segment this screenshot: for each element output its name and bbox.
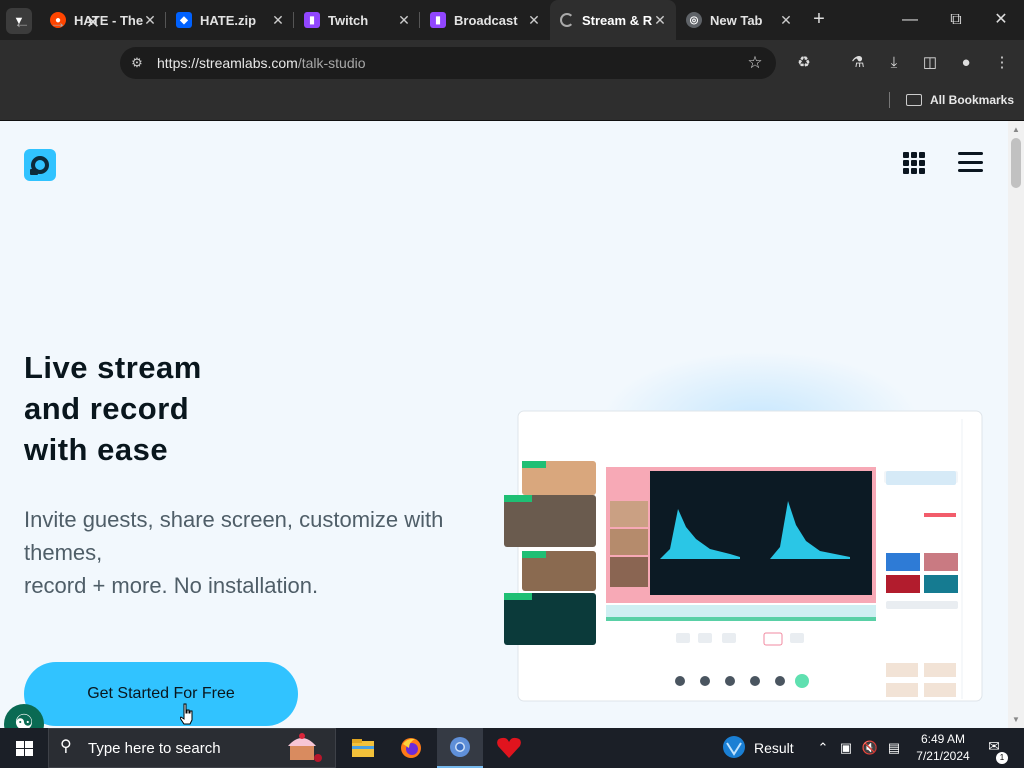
- close-window-button[interactable]: ✕: [987, 6, 1015, 34]
- hero-subtitle-line: Invite guests, share screen, customize w…: [24, 507, 444, 565]
- stop-loading-button[interactable]: ✕: [80, 10, 106, 36]
- hero-title-line: with ease: [24, 432, 169, 467]
- clock-date: 7/21/2024: [916, 749, 970, 763]
- close-icon[interactable]: ✕: [142, 12, 158, 28]
- back-button[interactable]: ←: [9, 10, 35, 36]
- apps-grid-icon[interactable]: [903, 152, 925, 174]
- ime-icon[interactable]: ▤: [884, 738, 904, 758]
- search-placeholder: Type here to search: [88, 740, 221, 757]
- hamburger-menu-icon[interactable]: [958, 152, 983, 172]
- close-icon[interactable]: ✕: [652, 12, 668, 28]
- hand-cursor-icon: [180, 703, 193, 725]
- labs-flask-icon[interactable]: ⚗: [846, 51, 870, 75]
- all-bookmarks-button[interactable]: All Bookmarks: [906, 92, 1014, 108]
- bookmark-star-icon[interactable]: ☆: [743, 51, 767, 75]
- scroll-up-arrow[interactable]: ▲: [1008, 124, 1024, 136]
- tab-title: HATE.zip: [200, 12, 257, 28]
- clock-time: 6:49 AM: [920, 732, 966, 746]
- minimize-button[interactable]: —: [896, 6, 924, 34]
- notification-count-badge: 1: [996, 752, 1008, 764]
- extensions-icon[interactable]: ♻: [792, 51, 816, 75]
- tab-title: Broadcast: [454, 12, 518, 28]
- hero-title-line: and record: [24, 391, 190, 426]
- tray-result-label[interactable]: Result: [754, 740, 794, 756]
- tab-title: Stream & R: [582, 12, 652, 28]
- profile-icon[interactable]: ●: [954, 51, 978, 75]
- site-settings-icon[interactable]: ⚙: [128, 54, 146, 72]
- side-panel-icon[interactable]: ◫: [918, 51, 942, 75]
- firefox-icon: [401, 738, 421, 758]
- heart-icon: [497, 737, 521, 758]
- forward-button[interactable]: →: [45, 10, 71, 36]
- bookmarks-divider: [889, 92, 890, 108]
- hero-subtitle-line: record + more. No installation.: [24, 573, 319, 598]
- all-bookmarks-label: All Bookmarks: [930, 93, 1015, 107]
- folder-icon: [906, 94, 922, 106]
- hero-title: Live stream and record with ease: [24, 347, 202, 470]
- file-explorer-taskbar-button[interactable]: [340, 728, 386, 768]
- download-icon[interactable]: ⤓: [882, 51, 906, 75]
- search-icon: ⚲: [60, 738, 72, 755]
- chevron-up-icon[interactable]: ⌃: [813, 738, 833, 758]
- close-icon[interactable]: ✕: [526, 12, 542, 28]
- heart-app-taskbar-button[interactable]: [486, 728, 532, 768]
- close-icon[interactable]: ✕: [396, 12, 412, 28]
- close-icon[interactable]: ✕: [270, 12, 286, 28]
- tab-dropbox[interactable]: ◆ HATE.zip ✕: [166, 0, 294, 40]
- hero-subtitle: Invite guests, share screen, customize w…: [24, 503, 464, 602]
- file-explorer-icon: [352, 739, 374, 757]
- close-icon[interactable]: ✕: [778, 12, 794, 28]
- network-icon[interactable]: ▣: [836, 738, 856, 758]
- tab-broadcast[interactable]: ▮ Broadcast ✕: [420, 0, 550, 40]
- page-scrollbar[interactable]: [1008, 121, 1024, 728]
- tab-title: New Tab: [710, 12, 763, 28]
- tab-new-tab[interactable]: ◎ New Tab ✕: [676, 0, 802, 40]
- bookmarks-bar: [0, 86, 1024, 121]
- chrome-taskbar-button[interactable]: [437, 728, 483, 768]
- taskbar-clock[interactable]: 6:49 AM 7/21/2024: [908, 731, 978, 765]
- restore-button[interactable]: ⧉: [942, 6, 970, 34]
- tab-stream-record[interactable]: Stream & R ✕: [550, 0, 676, 40]
- streamlabs-logo[interactable]: [24, 149, 56, 181]
- scrollbar-thumb[interactable]: [1011, 138, 1021, 188]
- page-content: Live stream and record with ease Invite …: [0, 121, 1024, 728]
- kebab-menu-icon[interactable]: ⋮: [990, 51, 1014, 75]
- new-tab-button[interactable]: +: [808, 8, 830, 30]
- weather-shell-icon[interactable]: [722, 734, 746, 760]
- windows-logo-icon: [16, 741, 33, 756]
- get-started-button[interactable]: Get Started For Free: [24, 662, 298, 726]
- tab-twitch[interactable]: ▮ Twitch ✕: [294, 0, 420, 40]
- scroll-down-arrow[interactable]: ▼: [1008, 714, 1024, 726]
- hero-title-line: Live stream: [24, 350, 202, 385]
- twitch-icon: ▮: [430, 12, 446, 28]
- dropbox-icon: ◆: [176, 12, 192, 28]
- loading-spinner-icon: [560, 13, 574, 27]
- twitch-icon: ▮: [304, 12, 320, 28]
- url-path: /talk-studio: [297, 55, 366, 71]
- cupcake-search-highlight-icon: [288, 733, 322, 762]
- firefox-taskbar-button[interactable]: [388, 728, 434, 768]
- volume-muted-icon[interactable]: 🔇: [860, 738, 880, 758]
- talk-studio-preview-image: [504, 410, 983, 702]
- tab-title: Twitch: [328, 12, 369, 28]
- chrome-icon: [450, 737, 470, 757]
- url-host: https://streamlabs.com: [157, 55, 298, 71]
- globe-icon: ◎: [686, 12, 702, 28]
- url-text[interactable]: https://streamlabs.com/talk-studio: [157, 55, 366, 71]
